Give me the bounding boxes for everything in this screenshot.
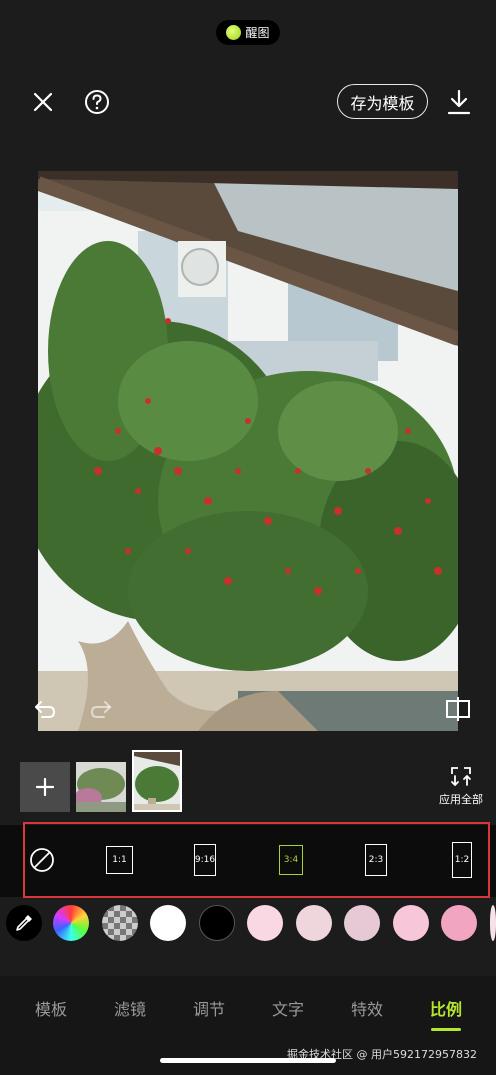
status-dot-icon bbox=[226, 25, 242, 40]
eyedropper-icon bbox=[16, 915, 32, 931]
image-thumbnail[interactable] bbox=[76, 762, 126, 812]
color-swatch[interactable] bbox=[150, 905, 186, 941]
app-status-pill: 醒图 bbox=[216, 20, 280, 45]
compare-icon bbox=[446, 697, 470, 721]
add-image-button[interactable] bbox=[20, 762, 70, 812]
photo-image bbox=[38, 171, 458, 731]
download-icon bbox=[447, 89, 471, 115]
color-wheel-swatch[interactable] bbox=[53, 905, 89, 941]
color-swatch[interactable] bbox=[441, 905, 477, 941]
close-icon bbox=[33, 92, 53, 112]
ratio-1-2-button[interactable]: 1:2 bbox=[452, 842, 472, 878]
eyedropper-button[interactable] bbox=[6, 905, 42, 941]
apply-all-label: 应用全部 bbox=[439, 793, 483, 806]
tab-adjust[interactable]: 调节 bbox=[179, 996, 239, 1020]
tab-ratio[interactable]: 比例 bbox=[416, 996, 476, 1020]
redo-icon bbox=[90, 701, 111, 718]
tab-effects[interactable]: 特效 bbox=[337, 996, 397, 1020]
color-swatch[interactable] bbox=[392, 905, 429, 941]
ratio-strip-highlight bbox=[23, 822, 490, 898]
undo-button[interactable] bbox=[30, 694, 60, 724]
color-swatch[interactable] bbox=[344, 905, 380, 941]
help-icon bbox=[85, 90, 109, 114]
photo-canvas[interactable] bbox=[38, 171, 458, 731]
ratio-2-3-button[interactable]: 2:3 bbox=[365, 844, 387, 876]
no-ratio-icon bbox=[30, 848, 54, 872]
color-swatch[interactable] bbox=[247, 905, 283, 941]
color-swatch[interactable] bbox=[198, 905, 235, 941]
image-thumbnail-selected[interactable] bbox=[132, 750, 182, 812]
apply-all-icon bbox=[451, 767, 471, 787]
tab-template[interactable]: 模板 bbox=[21, 996, 81, 1020]
tab-text[interactable]: 文字 bbox=[258, 996, 318, 1020]
save-template-button[interactable]: 存为模板 bbox=[337, 84, 428, 119]
help-button[interactable] bbox=[83, 88, 111, 116]
ratio-1-1-button[interactable]: 1:1 bbox=[106, 846, 133, 874]
transparent-swatch[interactable] bbox=[102, 905, 138, 941]
color-swatch[interactable] bbox=[295, 905, 332, 941]
download-button[interactable] bbox=[445, 88, 473, 116]
ratio-3-4-button[interactable]: 3:4 bbox=[279, 845, 303, 875]
undo-icon bbox=[35, 701, 56, 718]
status-label: 醒图 bbox=[245, 26, 270, 40]
redo-button[interactable] bbox=[86, 694, 116, 724]
tab-filter[interactable]: 滤镜 bbox=[100, 996, 160, 1020]
apply-all-button[interactable]: 应用全部 bbox=[434, 765, 488, 807]
color-swatch[interactable] bbox=[489, 905, 496, 941]
ratio-9-16-button[interactable]: 9:16 bbox=[194, 844, 216, 876]
plus-icon bbox=[36, 778, 54, 796]
close-button[interactable] bbox=[29, 88, 57, 116]
active-tab-indicator bbox=[431, 1028, 461, 1031]
ratio-none-button[interactable] bbox=[29, 847, 55, 873]
home-indicator[interactable] bbox=[160, 1058, 336, 1063]
thumbnail-image bbox=[76, 762, 126, 812]
compare-button[interactable] bbox=[443, 694, 473, 724]
thumbnail-image bbox=[134, 752, 180, 810]
